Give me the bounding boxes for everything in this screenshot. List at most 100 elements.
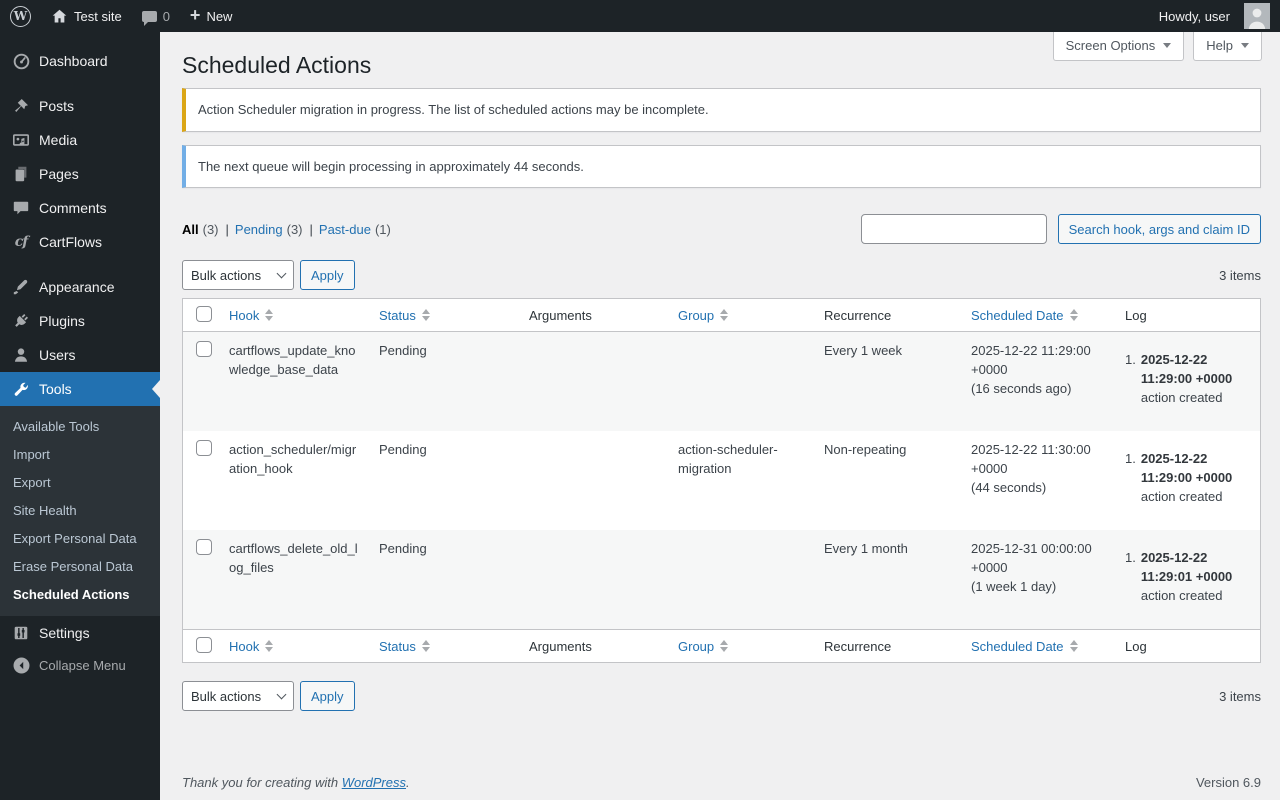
sort-group[interactable]: Group [678, 639, 729, 654]
my-account-menu[interactable]: Howdy, user [1149, 0, 1280, 32]
row-checkbox[interactable] [196, 341, 212, 357]
apply-button[interactable]: Apply [300, 681, 355, 711]
column-arguments: Arguments [529, 307, 592, 323]
sidebar-item-label: CartFlows [39, 234, 103, 250]
collapse-arrow-icon [11, 655, 31, 675]
group-cell [670, 332, 816, 431]
sort-arrows-icon [720, 640, 729, 652]
site-name-menu[interactable]: Test site [41, 0, 132, 32]
sort-status[interactable]: Status [379, 308, 430, 323]
help-button[interactable]: Help [1193, 32, 1262, 61]
new-content-menu[interactable]: + New [180, 0, 243, 32]
items-count: 3 items [1219, 267, 1261, 283]
search-box: Search hook, args and claim ID [860, 214, 1261, 244]
submenu-item-site-health[interactable]: Site Health [0, 497, 160, 525]
sidebar-item-comments[interactable]: Comments [0, 191, 160, 225]
sort-group[interactable]: Group [678, 308, 729, 323]
sort-scheduled-date[interactable]: Scheduled Date [971, 308, 1078, 323]
sidebar-item-label: Comments [39, 200, 107, 216]
sidebar-item-pages[interactable]: Pages [0, 157, 160, 191]
chevron-down-icon [1163, 43, 1172, 48]
select-all-checkbox[interactable] [196, 305, 212, 322]
apply-button[interactable]: Apply [300, 260, 355, 290]
media-icon [11, 130, 31, 150]
pin-icon [11, 96, 31, 116]
search-button[interactable]: Search hook, args and claim ID [1057, 214, 1261, 244]
select-all-checkbox[interactable] [196, 636, 212, 653]
submenu-item-export-personal-data[interactable]: Export Personal Data [0, 525, 160, 553]
filter-pending-count: (3) [286, 221, 303, 237]
filter-past-due[interactable]: Past-due [319, 222, 371, 237]
sort-arrows-icon [421, 309, 430, 321]
filter-pending[interactable]: Pending [235, 222, 283, 237]
plus-icon: + [189, 5, 201, 25]
chevron-down-icon [1241, 43, 1249, 48]
hook-cell: cartflows_delete_old_log_files [229, 541, 358, 575]
submenu-item-import[interactable]: Import [0, 441, 160, 469]
comments-menu[interactable]: 0 [132, 0, 180, 32]
sidebar-item-settings[interactable]: Settings [0, 616, 160, 650]
wordpress-logo-menu[interactable]: W [0, 0, 41, 32]
status-filter-list: All (3) | Pending (3) | Past-due (1) [182, 222, 391, 237]
wordpress-logo-icon: W [10, 5, 31, 27]
sort-arrows-icon [1069, 640, 1078, 652]
sidebar-item-label: Media [39, 132, 78, 148]
search-input[interactable] [860, 214, 1047, 244]
menu-separator [0, 259, 160, 270]
collapse-menu-button[interactable]: Collapse Menu [0, 650, 160, 680]
sort-hook[interactable]: Hook [229, 639, 274, 654]
sort-scheduled-date[interactable]: Scheduled Date [971, 639, 1078, 654]
sidebar-item-tools[interactable]: Tools [0, 372, 160, 406]
scheduled-date-cell: 2025-12-31 00:00:00 +0000 (1 week 1 day) [971, 541, 1092, 594]
submenu-item-available-tools[interactable]: Available Tools [0, 413, 160, 441]
row-checkbox[interactable] [196, 539, 212, 555]
column-log: Log [1125, 638, 1147, 654]
plug-icon [11, 311, 31, 331]
status-cell: Pending [379, 343, 427, 358]
sidebar-item-appearance[interactable]: Appearance [0, 270, 160, 304]
table-row: cartflows_update_knowledge_base_data Pen… [183, 332, 1260, 431]
items-count: 3 items [1219, 688, 1261, 704]
pages-icon [11, 164, 31, 184]
submenu-item-erase-personal-data[interactable]: Erase Personal Data [0, 553, 160, 581]
sort-status[interactable]: Status [379, 639, 430, 654]
sidebar-item-users[interactable]: Users [0, 338, 160, 372]
table-header-row: Hook Status Arguments Group Recurrence S… [183, 299, 1260, 332]
row-checkbox[interactable] [196, 440, 212, 456]
sidebar-item-plugins[interactable]: Plugins [0, 304, 160, 338]
filter-separator: | [309, 221, 313, 237]
dashboard-icon [11, 51, 31, 71]
scheduled-date-cell: 2025-12-22 11:30:00 +0000 (44 seconds) [971, 442, 1091, 495]
arguments-cell [521, 332, 670, 431]
sidebar-item-label: Dashboard [39, 53, 108, 69]
sidebar-item-media[interactable]: Media [0, 123, 160, 157]
tablenav-bottom: Bulk actions Apply 3 items [182, 681, 1261, 711]
admin-bar-left: W Test site 0 + New [0, 0, 242, 32]
hook-cell: cartflows_update_knowledge_base_data [229, 343, 356, 377]
screen-options-button[interactable]: Screen Options [1052, 32, 1185, 61]
admin-bar-right: Howdy, user [1149, 0, 1280, 32]
table-row: action_scheduler/migration_hook Pending … [183, 431, 1260, 530]
group-cell [670, 530, 816, 629]
bulk-actions-select[interactable]: Bulk actions [182, 681, 294, 711]
help-label: Help [1206, 38, 1233, 53]
submenu-item-scheduled-actions[interactable]: Scheduled Actions [0, 581, 160, 609]
sidebar-item-posts[interactable]: Posts [0, 89, 160, 123]
column-recurrence: Recurrence [824, 638, 892, 654]
filter-all[interactable]: All [182, 222, 199, 237]
scheduled-actions-table: Hook Status Arguments Group Recurrence S… [182, 298, 1261, 663]
column-log: Log [1125, 307, 1147, 323]
sidebar-item-cartflows[interactable]: cf CartFlows [0, 225, 160, 259]
sort-hook[interactable]: Hook [229, 308, 274, 323]
wordpress-link[interactable]: WordPress [342, 775, 406, 790]
arguments-cell [521, 431, 670, 530]
cartflows-icon: cf [14, 234, 29, 250]
sidebar-item-dashboard[interactable]: Dashboard [0, 44, 160, 78]
submenu-item-export[interactable]: Export [0, 469, 160, 497]
arguments-cell [521, 530, 670, 629]
bulk-actions-select[interactable]: Bulk actions [182, 260, 294, 290]
scheduled-date-cell: 2025-12-22 11:29:00 +0000 (16 seconds ago… [971, 343, 1091, 396]
site-name-label: Test site [74, 8, 122, 24]
group-cell: action-scheduler-migration [678, 442, 778, 476]
admin-bar: W Test site 0 + New Howdy, user [0, 0, 1280, 32]
